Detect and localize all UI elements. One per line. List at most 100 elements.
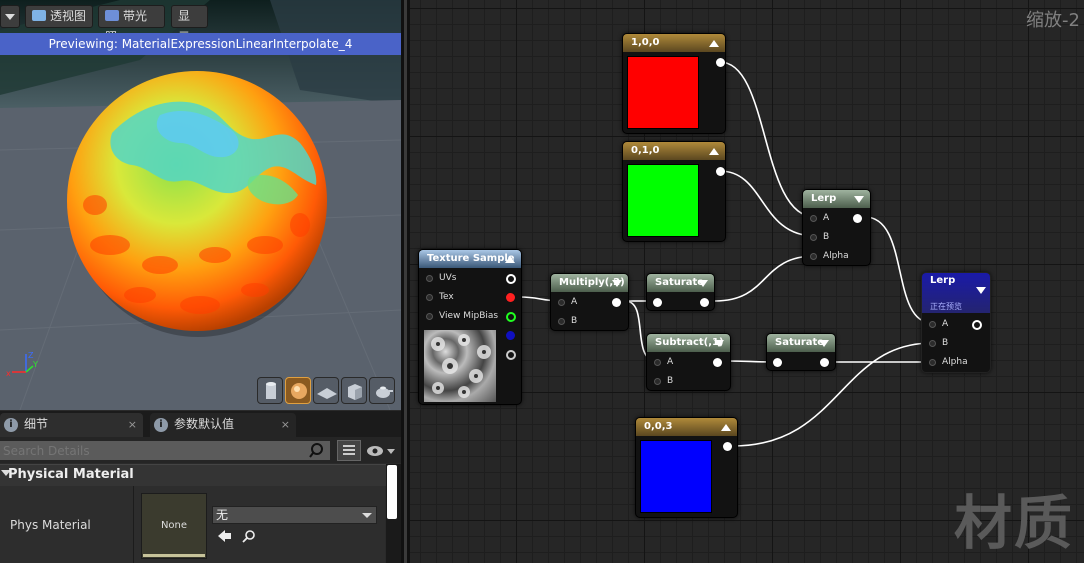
input-pin-view-mipbias[interactable] (426, 313, 433, 320)
chevron-down-icon (362, 513, 372, 518)
tab-parameter-defaults[interactable]: i 参数默认值 × (150, 413, 296, 437)
input-pin-b[interactable] (654, 378, 661, 385)
perspective-button[interactable]: 透视图 (25, 5, 93, 28)
preview-banner: Previewing: MaterialExpressionLinearInte… (0, 33, 401, 55)
list-view-icon[interactable] (337, 440, 361, 461)
output-pin[interactable] (612, 298, 621, 307)
node-constant-blue[interactable]: 0,0,3 (635, 417, 738, 518)
input-pin-tex[interactable] (426, 294, 433, 301)
node-multiply[interactable]: Multiply(,2) A B (550, 273, 629, 331)
node-lerp-2[interactable]: Lerp 正在预览 A B Alpha (921, 272, 991, 373)
node-saturate-2[interactable]: Saturate (766, 333, 836, 371)
property-row-phys-material: Phys Material None 无 (0, 486, 385, 563)
sphere-icon[interactable] (285, 377, 311, 404)
details-search-row (0, 437, 401, 463)
input-pin-b[interactable] (558, 318, 565, 325)
property-label: Phys Material (10, 518, 91, 532)
close-icon[interactable]: × (128, 413, 137, 436)
node-lerp-1[interactable]: Lerp A B Alpha (802, 189, 871, 266)
output-pin-g[interactable] (506, 312, 516, 322)
asset-thumbnail[interactable]: None (141, 493, 207, 559)
collapse-icon[interactable] (714, 340, 724, 347)
details-tab-bar: i 细节 × i 参数默认值 × (0, 411, 401, 437)
node-constant-green[interactable]: 0,1,0 (622, 141, 726, 242)
material-preview-viewport[interactable]: 透视图 带光照 显示 Previewing: MaterialExpressio… (0, 0, 401, 410)
color-swatch (627, 56, 699, 129)
material-graph-canvas[interactable]: 1,0,0 0,1,0 0,0,3 Texture Sample UVs Tex… (410, 0, 1084, 563)
info-icon: i (4, 418, 18, 432)
input-pin[interactable] (773, 358, 782, 367)
output-pin-a[interactable] (506, 350, 516, 360)
search-icon[interactable] (309, 442, 327, 460)
plane-icon[interactable] (313, 377, 339, 404)
scrollbar-thumb[interactable] (387, 465, 397, 519)
lit-mode-button[interactable]: 带光照 (98, 5, 165, 44)
tab-details[interactable]: i 细节 × (0, 413, 143, 437)
lit-icon (105, 10, 119, 21)
input-pin-b[interactable] (929, 340, 936, 347)
preview-sphere (0, 55, 401, 410)
output-pin-b[interactable] (506, 331, 515, 340)
collapse-icon[interactable] (505, 256, 515, 263)
svg-text:Z: Z (28, 351, 34, 360)
svg-text:x: x (6, 369, 11, 378)
collapse-icon[interactable] (612, 280, 622, 287)
teapot-icon[interactable] (369, 377, 395, 404)
axis-gizmo: Z Y x (6, 350, 46, 384)
input-pin[interactable] (653, 298, 662, 307)
use-selected-arrow-icon[interactable] (218, 529, 232, 543)
input-pin-alpha[interactable] (810, 253, 817, 260)
info-icon: i (154, 418, 168, 432)
input-pin-uvs[interactable] (426, 275, 433, 282)
eye-icon[interactable] (365, 443, 395, 459)
color-swatch (627, 164, 699, 237)
output-pin[interactable] (853, 214, 862, 223)
input-pin-a[interactable] (929, 321, 936, 328)
viewport-toolbar: 透视图 带光照 显示 (0, 0, 401, 44)
viewport-menu-button[interactable] (0, 5, 20, 28)
output-pin[interactable] (713, 358, 722, 367)
node-texture-sample[interactable]: Texture Sample UVs Tex View MipBias (418, 249, 522, 405)
asset-picker-dropdown[interactable]: 无 (212, 506, 377, 524)
collapse-icon[interactable] (976, 287, 986, 294)
chevron-down-icon (5, 14, 15, 20)
column-divider[interactable] (133, 486, 134, 563)
output-pin[interactable] (700, 298, 709, 307)
collapse-icon[interactable] (709, 40, 719, 47)
perspective-icon (32, 10, 46, 21)
graph-watermark: 材质 (953, 489, 1074, 557)
output-pin-rgb[interactable] (506, 274, 516, 284)
color-swatch (640, 440, 712, 513)
node-constant-red[interactable]: 1,0,0 (622, 33, 726, 134)
cube-icon[interactable] (341, 377, 367, 404)
zoom-level: 缩放-2 (1026, 10, 1080, 31)
input-pin-a[interactable] (654, 359, 661, 366)
search-input[interactable] (0, 441, 330, 460)
show-button[interactable]: 显示 (171, 5, 208, 44)
collapse-icon[interactable] (698, 280, 708, 287)
output-pin[interactable] (716, 58, 725, 67)
input-pin-a[interactable] (810, 215, 817, 222)
output-pin[interactable] (820, 358, 829, 367)
node-saturate-1[interactable]: Saturate (646, 273, 715, 311)
collapse-icon[interactable] (721, 424, 731, 431)
collapse-icon[interactable] (819, 340, 829, 347)
left-panel: 透视图 带光照 显示 Previewing: MaterialExpressio… (0, 0, 401, 563)
output-pin[interactable] (723, 442, 732, 451)
input-pin-alpha[interactable] (929, 359, 936, 366)
collapse-icon[interactable] (709, 148, 719, 155)
input-pin-a[interactable] (558, 299, 565, 306)
close-icon[interactable]: × (281, 413, 290, 436)
input-pin-b[interactable] (810, 234, 817, 241)
category-physical-material[interactable]: Physical Material (0, 464, 401, 486)
svg-text:Y: Y (32, 360, 38, 369)
browse-search-icon[interactable] (242, 529, 256, 543)
texture-thumbnail (424, 330, 496, 402)
output-pin[interactable] (972, 320, 982, 330)
cylinder-icon[interactable] (257, 377, 283, 404)
panel-splitter[interactable] (401, 0, 410, 563)
output-pin-r[interactable] (506, 293, 515, 302)
node-subtract[interactable]: Subtract(,1) A B (646, 333, 731, 391)
output-pin[interactable] (716, 167, 725, 176)
collapse-icon[interactable] (854, 196, 864, 203)
